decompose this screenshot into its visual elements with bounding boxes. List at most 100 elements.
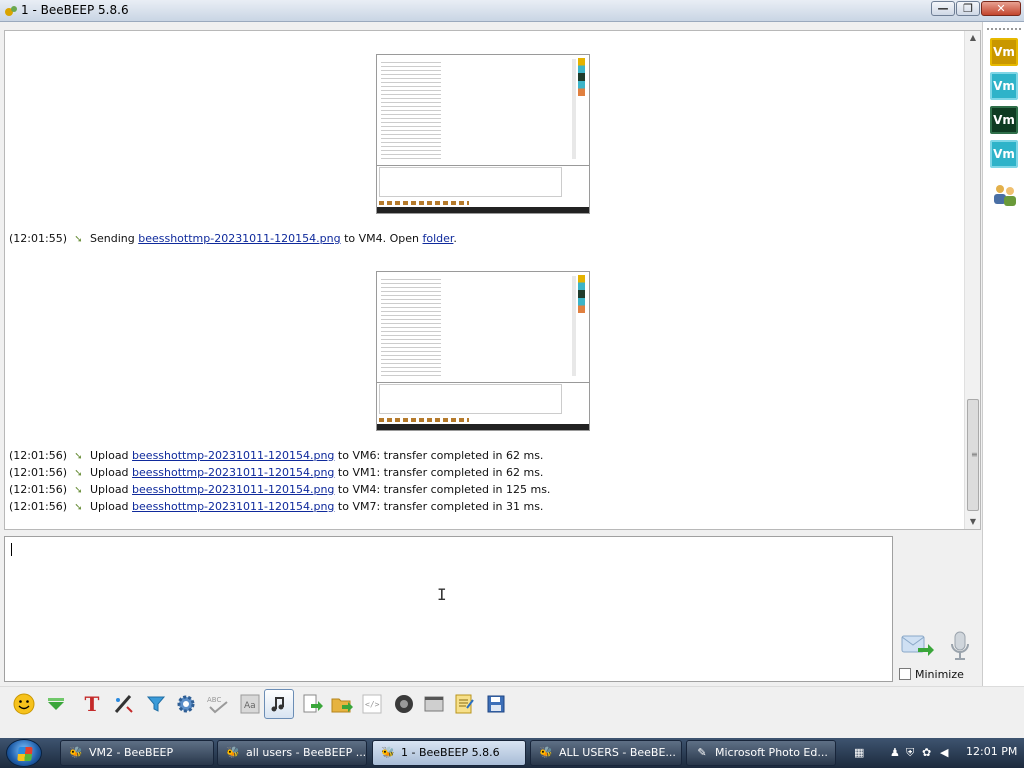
taskbar-item-label: 1 - BeeBEEP 5.8.6	[401, 746, 500, 759]
chat-message: (12:01:55) ➘ Sending beesshottmp-2023101…	[9, 231, 457, 247]
taskbar-item-label: all users - BeeBEEP ...	[246, 746, 367, 759]
file-transfer-icon: ➘	[74, 468, 83, 479]
message-suffix: to VM4. Open	[340, 232, 423, 245]
message-timestamp: (12:01:56)	[9, 449, 67, 462]
taskbar-clock[interactable]: 12:01 PM	[966, 745, 1017, 758]
keyboard-icon[interactable]: ▦	[854, 746, 864, 759]
user-avatar[interactable]: Vm	[990, 106, 1018, 134]
settings-gear-icon[interactable]	[172, 690, 200, 718]
message-suffix: to VM7: transfer completed in 31 ms.	[334, 500, 544, 513]
filter-icon[interactable]	[142, 690, 170, 718]
voice-message-button[interactable]	[948, 630, 972, 662]
message-suffix: to VM1: transfer completed in 62 ms.	[334, 466, 544, 479]
tray-app-icon[interactable]: ✿	[922, 746, 931, 759]
message-timestamp: (12:01:55)	[9, 232, 67, 245]
chat-toolbar: T ABC Aa </>	[0, 686, 1024, 720]
save-chat-icon[interactable]	[482, 690, 510, 718]
message-input[interactable]: I	[4, 536, 893, 682]
taskbar-item[interactable]: 🐝 all users - BeeBEEP ...	[217, 740, 367, 766]
color-icon[interactable]	[42, 690, 70, 718]
maximize-window-button[interactable]: ❐	[956, 1, 980, 16]
send-file-icon[interactable]	[298, 690, 326, 718]
text-style-icon[interactable]: Aa	[236, 690, 264, 718]
minimize-option[interactable]: Minimize	[899, 666, 964, 682]
user-avatar[interactable]: Vm	[990, 140, 1018, 168]
start-button[interactable]	[6, 739, 42, 767]
window-capture-icon[interactable]	[420, 690, 448, 718]
screenshot-icon[interactable]	[390, 690, 418, 718]
screenshot-thumbnail[interactable]	[376, 54, 590, 214]
message-suffix: to VM4: transfer completed in 125 ms.	[334, 483, 551, 496]
minimize-checkbox[interactable]	[899, 668, 911, 680]
message-prefix: Sending	[90, 232, 139, 245]
notes-icon[interactable]	[450, 690, 478, 718]
scrollbar-thumb[interactable]: ≡	[967, 399, 979, 511]
network-icon[interactable]: ♟	[890, 746, 900, 759]
send-folder-icon[interactable]	[328, 690, 356, 718]
security-shield-icon[interactable]: ⛨	[906, 746, 914, 760]
user-avatar[interactable]: Vm	[990, 38, 1018, 66]
grip-icon: ≡	[971, 450, 978, 459]
beebeep-app-icon: 🐝	[69, 746, 83, 759]
svg-text:ABC: ABC	[207, 696, 221, 704]
message-timestamp: (12:01:56)	[9, 466, 67, 479]
user-avatar[interactable]: Vm	[990, 72, 1018, 100]
file-link[interactable]: beesshottmp-20231011-120154.png	[132, 449, 334, 462]
user-avatar-label: Vm	[993, 147, 1015, 161]
scroll-down-icon[interactable]: ▼	[965, 515, 981, 529]
scroll-up-icon[interactable]: ▲	[965, 31, 981, 45]
taskbar-item-label: ALL USERS - BeeBE...	[559, 746, 676, 759]
message-end: .	[453, 232, 457, 245]
svg-text:Aa: Aa	[244, 701, 256, 711]
chat-message: (12:01:56) ➘ Upload beesshottmp-20231011…	[9, 499, 543, 515]
beebeep-app-icon: 🐝	[539, 746, 553, 759]
beebeep-app-icon: 🐝	[226, 746, 240, 759]
window-title: 1 - BeeBEEP 5.8.6	[21, 3, 129, 17]
screenshot-thumbnail[interactable]	[376, 271, 590, 431]
chat-scrollbar[interactable]: ▲ ≡ ▼	[964, 31, 980, 529]
beebeep-app-icon	[4, 4, 18, 18]
chat-message: (12:01:56) ➘ Upload beesshottmp-20231011…	[9, 482, 550, 498]
file-transfer-icon: ➘	[74, 485, 83, 496]
file-transfer-icon: ➘	[74, 234, 83, 245]
chat-message: (12:01:56) ➘ Upload beesshottmp-20231011…	[9, 448, 543, 464]
minimize-window-button[interactable]: —	[931, 1, 955, 16]
send-message-button[interactable]	[900, 632, 934, 660]
title-bar: 1 - BeeBEEP 5.8.6 — ❐ ✕	[0, 0, 1024, 22]
open-folder-link[interactable]: folder	[423, 232, 454, 245]
volume-icon[interactable]: ◀	[940, 746, 948, 759]
message-timestamp: (12:01:56)	[9, 500, 67, 513]
text-caret	[11, 543, 12, 556]
windows-logo-icon	[17, 747, 33, 761]
taskbar-item-label: Microsoft Photo Ed...	[715, 746, 828, 759]
taskbar-item-active[interactable]: 🐝 1 - BeeBEEP 5.8.6	[372, 740, 526, 766]
user-avatar-label: Vm	[993, 113, 1015, 127]
panel-handle[interactable]	[987, 28, 1021, 30]
close-window-button[interactable]: ✕	[981, 1, 1021, 16]
code-icon[interactable]: </>	[358, 690, 386, 718]
taskbar-item[interactable]: 🐝 VM2 - BeeBEEP	[60, 740, 214, 766]
user-list-panel: Vm Vm Vm Vm	[982, 22, 1024, 686]
svg-text:</>: </>	[365, 700, 380, 709]
chat-view[interactable]: (12:01:55) ➘ Sending beesshottmp-2023101…	[4, 30, 981, 530]
format-brush-icon[interactable]	[110, 690, 138, 718]
taskbar-item[interactable]: 🐝 ALL USERS - BeeBE...	[530, 740, 682, 766]
taskbar-item[interactable]: ✎ Microsoft Photo Ed...	[686, 740, 836, 766]
minimize-label: Minimize	[915, 667, 964, 681]
file-link[interactable]: beesshottmp-20231011-120154.png	[132, 500, 334, 513]
file-link[interactable]: beesshottmp-20231011-120154.png	[138, 232, 340, 245]
chat-message: (12:01:56) ➘ Upload beesshottmp-20231011…	[9, 465, 543, 481]
user-avatar-label: Vm	[993, 45, 1015, 59]
spellcheck-icon[interactable]: ABC	[204, 690, 232, 718]
message-prefix: Upload	[90, 449, 133, 462]
file-link[interactable]: beesshottmp-20231011-120154.png	[132, 483, 334, 496]
file-link[interactable]: beesshottmp-20231011-120154.png	[132, 466, 334, 479]
music-note-icon[interactable]	[264, 689, 294, 719]
font-icon[interactable]: T	[78, 690, 106, 718]
message-prefix: Upload	[90, 500, 133, 513]
file-transfer-icon: ➘	[74, 502, 83, 513]
emoticon-icon[interactable]	[10, 690, 38, 718]
users-group-icon[interactable]	[991, 182, 1019, 208]
close-icon: ✕	[996, 2, 1006, 15]
ibeam-cursor-icon: I	[437, 585, 447, 604]
